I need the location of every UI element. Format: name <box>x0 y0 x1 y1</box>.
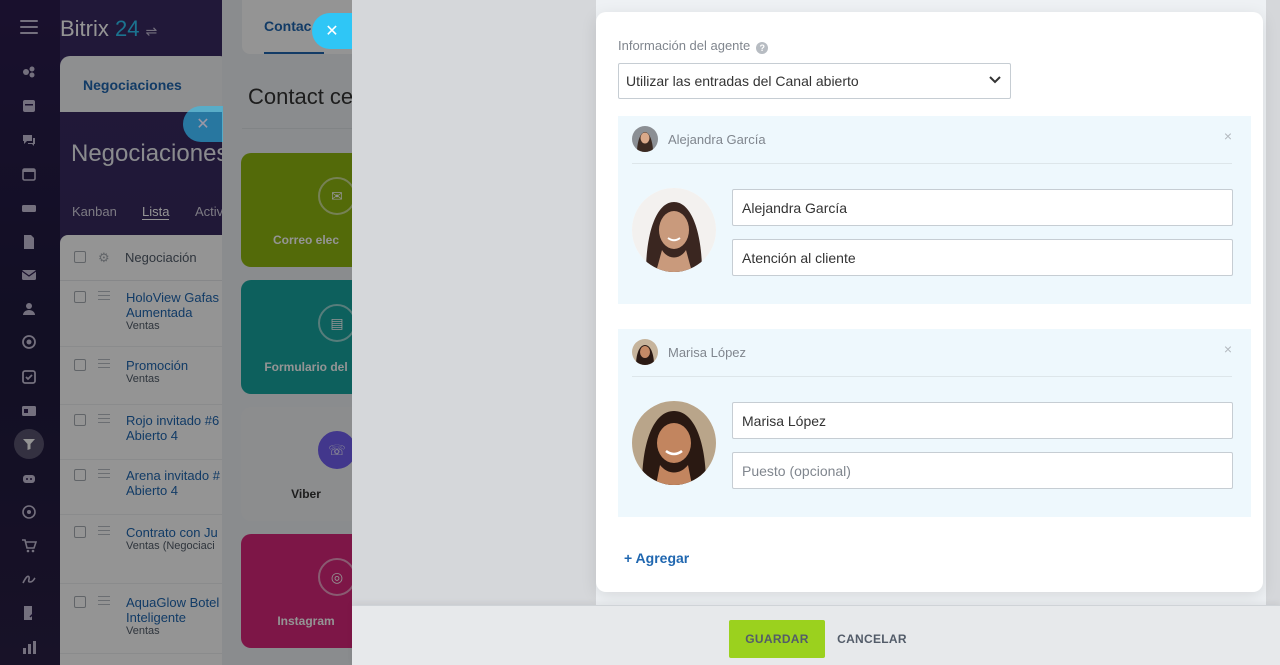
close-slider-button[interactable]: ✕ <box>312 13 352 49</box>
avatar <box>632 126 658 152</box>
close-slider-button[interactable]: ✕ <box>183 106 223 142</box>
footer-bar: GUARDAR CANCELAR <box>352 605 1280 665</box>
agent-header-name: Alejandra García <box>668 132 766 147</box>
agent-photo[interactable] <box>632 188 716 272</box>
agent-position-input[interactable] <box>732 452 1233 489</box>
agent-name-input[interactable] <box>732 189 1233 226</box>
agent-info-label: Información del agente? <box>618 38 769 54</box>
agent-card: Marisa López × <box>618 329 1251 517</box>
agent-card: Alejandra García × <box>618 116 1251 304</box>
close-icon: ✕ <box>196 116 210 133</box>
agent-header-name: Marisa López <box>668 345 747 360</box>
agent-name-input[interactable] <box>732 402 1233 439</box>
overlay-dim <box>222 0 352 665</box>
agent-photo[interactable] <box>632 401 716 485</box>
chevron-down-icon <box>989 76 1001 84</box>
cancel-button[interactable]: CANCELAR <box>836 620 908 658</box>
close-icon: ✕ <box>325 23 339 40</box>
help-icon[interactable]: ? <box>756 42 769 54</box>
remove-agent-icon[interactable]: × <box>1224 341 1232 357</box>
avatar <box>632 339 658 365</box>
agent-info-popup: Información del agente? Utilizar las ent… <box>596 12 1263 592</box>
agent-info-select[interactable]: Utilizar las entradas del Canal abierto <box>618 63 1011 99</box>
remove-agent-icon[interactable]: × <box>1224 128 1232 144</box>
add-agent-button[interactable]: + Agregar <box>624 550 689 566</box>
agent-card-header: Alejandra García × <box>632 116 1232 164</box>
agent-card-header: Marisa López × <box>632 329 1232 377</box>
agent-position-input[interactable] <box>732 239 1233 276</box>
overlay-dim <box>0 0 222 665</box>
save-button[interactable]: GUARDAR <box>729 620 825 658</box>
